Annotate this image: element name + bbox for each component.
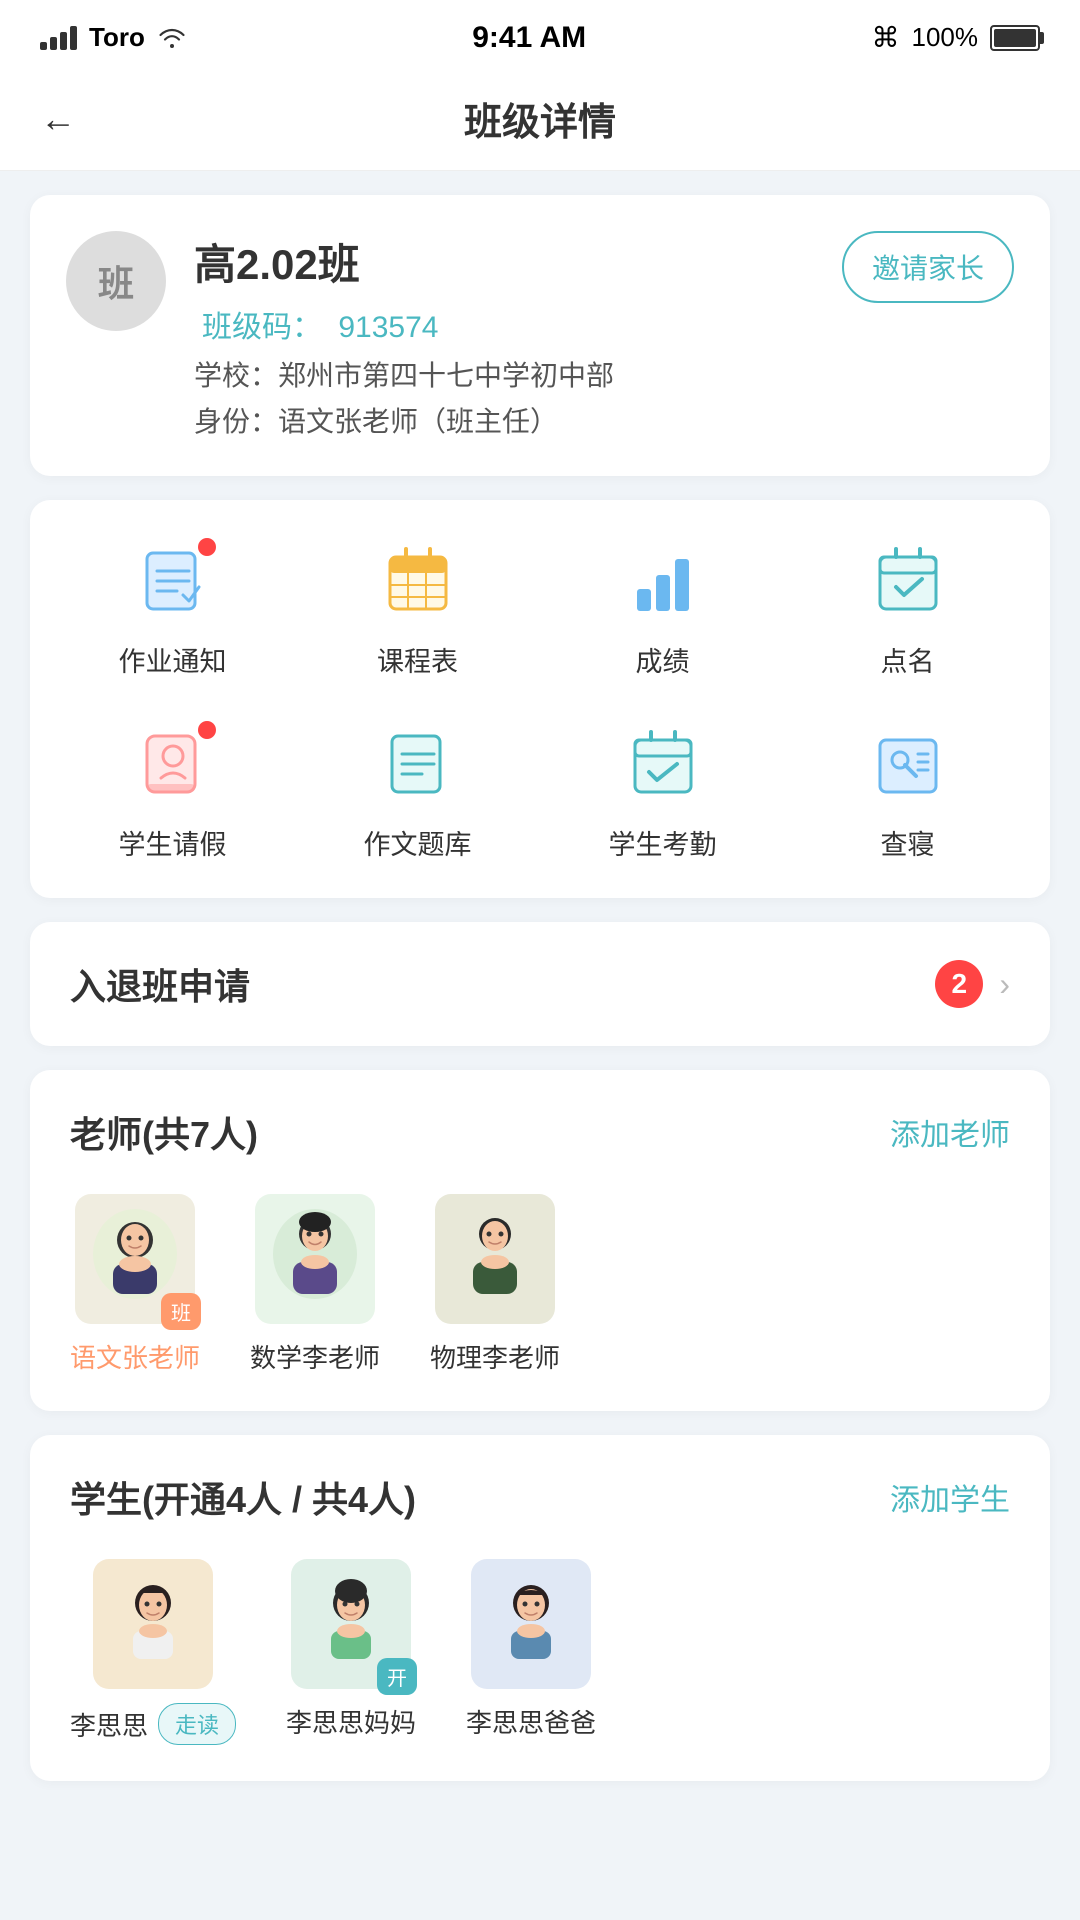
student-tag-1: 走读: [158, 1703, 236, 1745]
functions-grid: 作业通知: [50, 536, 1030, 862]
teacher-badge-1: 班: [161, 1293, 201, 1330]
student-avatar-1: [93, 1559, 213, 1689]
function-schedule[interactable]: 课程表: [295, 536, 540, 679]
function-checkin-label: 学生考勤: [609, 823, 717, 862]
teacher-avatar-2: [255, 1194, 375, 1324]
essay-icon: [373, 719, 463, 809]
function-homework[interactable]: 作业通知: [50, 536, 295, 679]
top-nav: ← 班级详情: [0, 67, 1080, 171]
enrollment-right: 2 ›: [935, 960, 1010, 1008]
student-avatar-3: [471, 1559, 591, 1689]
student-badge-2: 开: [377, 1658, 417, 1695]
function-essay-label: 作文题库: [364, 823, 472, 862]
homework-badge: [198, 538, 216, 556]
student-avatar-wrap-3: [471, 1559, 591, 1689]
teacher-item-1[interactable]: 班 语文张老师: [70, 1194, 200, 1375]
signal-icon: [40, 26, 77, 50]
teacher-item-3[interactable]: 物理李老师: [430, 1194, 560, 1375]
class-school: 学校：郑州市第四十七中学初中部: [194, 354, 814, 394]
student-1-name-row: 李思思 走读: [70, 1703, 236, 1745]
chevron-right-icon: ›: [999, 966, 1010, 1003]
teachers-header: 老师(共7人) 添加老师: [70, 1106, 1010, 1158]
teachers-section: 老师(共7人) 添加老师: [30, 1070, 1050, 1411]
function-dormitory-label: 查寝: [881, 823, 935, 862]
teachers-title: 老师(共7人): [70, 1106, 258, 1158]
function-checkin[interactable]: 学生考勤: [540, 719, 785, 862]
student-name-1: 李思思: [70, 1706, 148, 1743]
student-item-3[interactable]: 李思思爸爸: [466, 1559, 596, 1740]
teacher-name-1: 语文张老师: [70, 1338, 200, 1375]
schedule-icon: [373, 536, 463, 626]
status-right: ⌘ 100%: [871, 21, 1040, 54]
class-identity: 身份：语文张老师（班主任）: [194, 400, 814, 440]
add-teacher-button[interactable]: 添加老师: [890, 1110, 1010, 1154]
student-name-3: 李思思爸爸: [466, 1703, 596, 1740]
class-code-value: 913574: [338, 311, 438, 344]
teacher-item-2[interactable]: 数学李老师: [250, 1194, 380, 1375]
teacher-name-2: 数学李老师: [250, 1338, 380, 1375]
functions-card: 作业通知: [30, 500, 1050, 898]
enrollment-section[interactable]: 入退班申请 2 ›: [30, 922, 1050, 1046]
function-essay[interactable]: 作文题库: [295, 719, 540, 862]
class-details: 高2.02班 班级码： 913574 学校：郑州市第四十七中学初中部 身份：语文…: [194, 231, 814, 440]
status-left: Toro: [40, 22, 187, 53]
teacher-name-3: 物理李老师: [430, 1338, 560, 1375]
function-grade-label: 成绩: [636, 640, 690, 679]
function-schedule-label: 课程表: [377, 640, 458, 679]
attendance-icon: [863, 536, 953, 626]
class-name: 高2.02班: [194, 231, 814, 292]
student-avatar-wrap-1: [93, 1559, 213, 1689]
function-homework-label: 作业通知: [119, 640, 227, 679]
status-bar: Toro 9:41 AM ⌘ 100%: [0, 0, 1080, 67]
wifi-icon: [157, 26, 187, 50]
page-title: 班级详情: [464, 91, 616, 146]
students-section: 学生(开通4人 / 共4人) 添加学生: [30, 1435, 1050, 1781]
students-list: 李思思 走读: [70, 1559, 1010, 1745]
students-title: 学生(开通4人 / 共4人): [70, 1471, 416, 1523]
main-content: 班 高2.02班 班级码： 913574 学校：郑州市第四十七中学初中部 身份：…: [0, 171, 1080, 1805]
function-attendance[interactable]: 点名: [785, 536, 1030, 679]
bluetooth-icon: ⌘: [871, 21, 899, 54]
teacher-avatar-3: [435, 1194, 555, 1324]
leave-badge: [198, 721, 216, 739]
teacher-avatar-wrap-1: 班: [75, 1194, 195, 1324]
enrollment-badge: 2: [935, 960, 983, 1008]
carrier-name: Toro: [89, 22, 145, 53]
class-info-card: 班 高2.02班 班级码： 913574 学校：郑州市第四十七中学初中部 身份：…: [30, 195, 1050, 476]
grade-icon: [618, 536, 708, 626]
back-button[interactable]: ←: [40, 98, 76, 140]
function-leave-label: 学生请假: [119, 823, 227, 862]
invite-parent-button[interactable]: 邀请家长: [842, 231, 1014, 303]
student-item-2[interactable]: 开 李思思妈妈: [286, 1559, 416, 1740]
student-avatar-wrap-2: 开: [291, 1559, 411, 1689]
battery-percent: 100%: [911, 22, 978, 53]
battery-icon: [990, 25, 1040, 51]
class-avatar: 班: [66, 231, 166, 331]
class-code: 班级码： 913574: [194, 302, 814, 346]
teacher-avatar-wrap-3: [435, 1194, 555, 1324]
student-item-1[interactable]: 李思思 走读: [70, 1559, 236, 1745]
function-grade[interactable]: 成绩: [540, 536, 785, 679]
function-leave[interactable]: 学生请假: [50, 719, 295, 862]
student-name-2: 李思思妈妈: [286, 1703, 416, 1740]
function-dormitory[interactable]: 查寝: [785, 719, 1030, 862]
checkin-icon: [618, 719, 708, 809]
students-header: 学生(开通4人 / 共4人) 添加学生: [70, 1471, 1010, 1523]
function-attendance-label: 点名: [881, 640, 935, 679]
status-time: 9:41 AM: [472, 21, 586, 55]
teacher-avatar-wrap-2: [255, 1194, 375, 1324]
add-student-button[interactable]: 添加学生: [890, 1475, 1010, 1519]
teachers-list: 班 语文张老师: [70, 1194, 1010, 1375]
dormitory-icon: [863, 719, 953, 809]
enrollment-title: 入退班申请: [70, 958, 250, 1010]
